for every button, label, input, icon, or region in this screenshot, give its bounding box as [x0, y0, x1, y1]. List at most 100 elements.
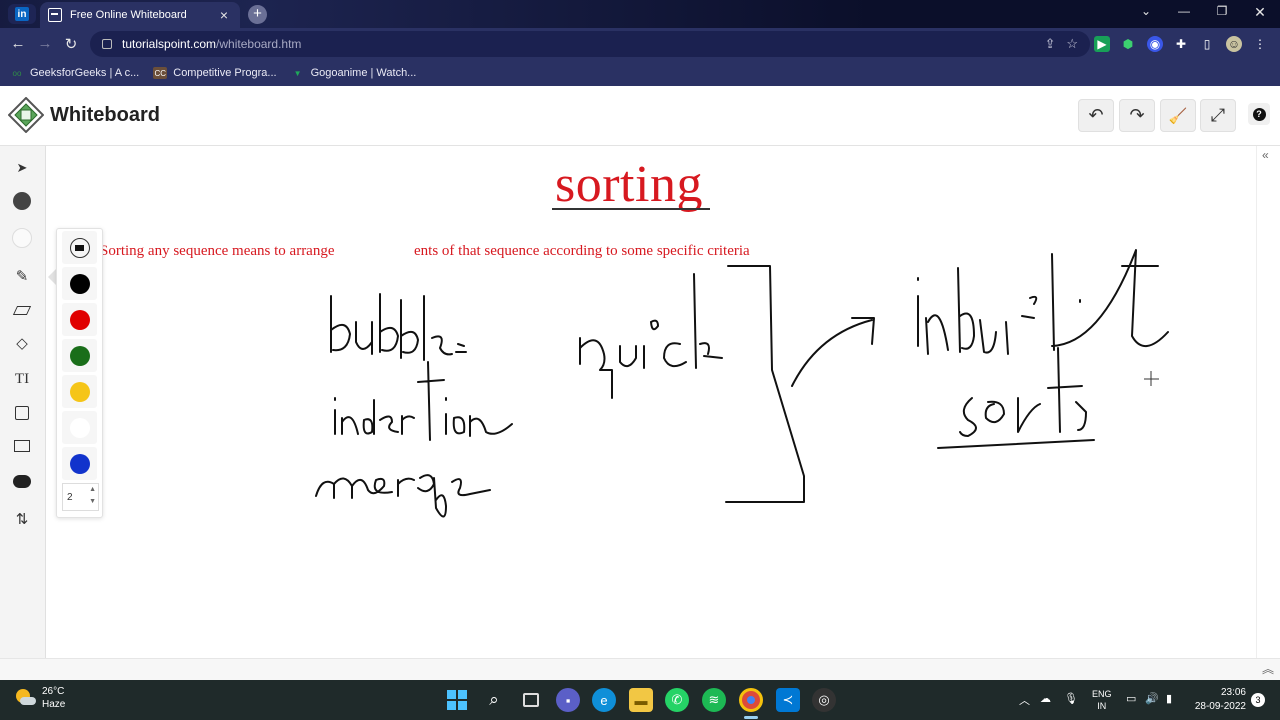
tab-close-icon[interactable]: ×	[216, 7, 232, 23]
swatch-blue[interactable]	[62, 447, 97, 480]
background-color-button[interactable]	[4, 223, 40, 253]
edge-button[interactable]: e	[592, 688, 616, 712]
linkedin-icon: in	[15, 7, 29, 21]
select-tool-button[interactable]: ➤	[4, 153, 40, 183]
bookmark-codechef[interactable]: CC Competitive Progra...	[153, 67, 277, 79]
bookmark-geeksforgeeks[interactable]: oo GeeksforGeeks | A c...	[10, 67, 140, 79]
swatch-red[interactable]	[62, 303, 97, 336]
swatch-black[interactable]	[62, 267, 97, 300]
tab-strip: in Free Online Whiteboard × + ⌄ — ❐ ✕	[0, 0, 1280, 28]
onedrive-icon[interactable]: ☁	[1040, 692, 1051, 705]
collapse-panel-icon[interactable]: «	[1262, 148, 1269, 162]
gogoanime-icon: ▼	[293, 68, 302, 78]
teams-chat-button[interactable]: ▪	[556, 688, 580, 712]
green-swatch-icon	[69, 345, 90, 366]
decrement-icon[interactable]: ▼	[89, 498, 96, 505]
maximize-button[interactable]: ❐	[1212, 4, 1232, 18]
chat-tool-button[interactable]	[4, 466, 40, 496]
volume-icon[interactable]: 🔊	[1145, 692, 1159, 705]
microphone-icon[interactable]: 🎙	[1064, 692, 1078, 705]
search-icon: ⌕	[489, 690, 499, 709]
swatch-yellow[interactable]	[62, 375, 97, 408]
whatsapp-button[interactable]: ✆	[665, 688, 689, 712]
taskbar-search-button[interactable]: ⌕	[482, 688, 506, 712]
minimize-button[interactable]: —	[1174, 4, 1194, 18]
obs-icon: ◎	[818, 692, 830, 707]
meet-extension-icon[interactable]: ▶	[1094, 36, 1110, 52]
battery-icon[interactable]: ▮	[1166, 692, 1172, 705]
pencil-icon: ✎	[15, 268, 29, 285]
palette-pointer	[48, 269, 56, 285]
custom-color-button[interactable]	[62, 231, 97, 264]
weather-widget[interactable]: 26°C Haze	[14, 685, 65, 711]
background-image-button[interactable]	[4, 431, 40, 461]
shapes-tool-button[interactable]: ◇	[4, 328, 40, 358]
chrome-button[interactable]	[739, 688, 763, 712]
collapse-bottom-icon[interactable]: ︽	[1262, 660, 1274, 677]
whiteboard-favicon-icon	[48, 8, 62, 22]
tab-title: Free Online Whiteboard	[70, 9, 187, 21]
back-icon[interactable]: ←	[9, 35, 27, 52]
start-button[interactable]	[445, 688, 469, 712]
spotify-button[interactable]: ≋	[702, 688, 726, 712]
folder-icon: ▬	[634, 692, 648, 708]
notification-badge[interactable]: 3	[1251, 693, 1265, 707]
tab-search-icon[interactable]: ⌄	[1136, 4, 1156, 18]
address-bar-row: ← → ↻ tutorialspoint.com /whiteboard.htm…	[0, 28, 1280, 60]
undo-button[interactable]: ↶	[1078, 99, 1114, 132]
pencil-tool-button[interactable]: ✎	[4, 261, 40, 291]
red-swatch-icon	[69, 309, 90, 330]
spotify-icon: ≋	[708, 692, 720, 707]
edge-icon: e	[600, 692, 608, 708]
bookmark-star-icon[interactable]: ⇪ ☆	[1045, 36, 1078, 52]
increment-icon[interactable]: ▲	[89, 486, 96, 493]
codechef-icon: CC	[153, 67, 168, 79]
app-brand: Whiteboard	[50, 104, 160, 126]
url-input[interactable]: tutorialspoint.com /whiteboard.htm ⇪ ☆	[90, 31, 1090, 57]
reload-icon[interactable]: ↻	[62, 35, 80, 53]
help-button[interactable]: ?	[1248, 103, 1270, 125]
weather-condition: Haze	[42, 699, 66, 710]
import-export-button[interactable]: ⇅	[4, 504, 40, 534]
lock-icon	[102, 39, 112, 49]
background-image-icon	[14, 440, 30, 452]
redo-button[interactable]: ↷	[1119, 99, 1155, 132]
tab-whiteboard[interactable]: Free Online Whiteboard ×	[40, 2, 240, 28]
extension-shield-icon[interactable]: ⬢	[1120, 36, 1136, 52]
clear-button[interactable]: 🧹	[1160, 99, 1196, 132]
system-clock[interactable]: 23:06 28-09-2022	[1190, 686, 1246, 714]
swatch-green[interactable]	[62, 339, 97, 372]
stroke-size-stepper[interactable]: 2 ▲ ▼	[62, 483, 99, 511]
image-icon	[15, 406, 29, 420]
eraser-tool-button[interactable]	[4, 295, 40, 325]
side-panel-icon[interactable]: ▯	[1199, 36, 1215, 52]
bookmark-gogoanime[interactable]: ▼ Gogoanime | Watch...	[291, 67, 417, 79]
chrome-menu-icon[interactable]: ⋮	[1252, 36, 1268, 52]
profile-avatar[interactable]: ☺	[1226, 36, 1242, 52]
network-icon[interactable]: ▭	[1126, 692, 1136, 705]
tutorialspoint-logo-icon	[8, 97, 44, 133]
new-tab-button[interactable]: +	[248, 5, 267, 24]
stroke-size-value: 2	[67, 491, 73, 503]
tray-overflow-icon[interactable]: ︿	[1019, 692, 1030, 708]
app-header: Whiteboard ↶ ↷ 🧹 ⤢ ?	[0, 86, 1280, 146]
obs-button[interactable]: ◎	[812, 688, 836, 712]
task-view-button[interactable]	[519, 688, 543, 712]
clear-brush-icon: 🧹	[1168, 107, 1188, 125]
language-indicator[interactable]: ENG IN	[1092, 688, 1112, 712]
text-tool-button[interactable]: TI	[4, 364, 40, 394]
extensions-puzzle-icon[interactable]: ✚	[1173, 36, 1189, 52]
color-tool-button[interactable]	[4, 186, 40, 216]
vpn-extension-icon[interactable]: ◉	[1147, 36, 1163, 52]
swatch-white[interactable]	[62, 411, 97, 444]
whiteboard-canvas[interactable]	[46, 146, 1256, 658]
language-label: ENG	[1092, 689, 1112, 699]
file-explorer-button[interactable]: ▬	[629, 688, 653, 712]
forward-icon[interactable]: →	[36, 35, 54, 52]
fullscreen-button[interactable]: ⤢	[1200, 99, 1236, 132]
linkedin-tab[interactable]: in	[8, 4, 36, 24]
redo-icon: ↷	[1129, 105, 1145, 125]
image-tool-button[interactable]	[4, 398, 40, 428]
vscode-button[interactable]: ≺	[776, 688, 800, 712]
close-window-button[interactable]: ✕	[1250, 4, 1270, 21]
